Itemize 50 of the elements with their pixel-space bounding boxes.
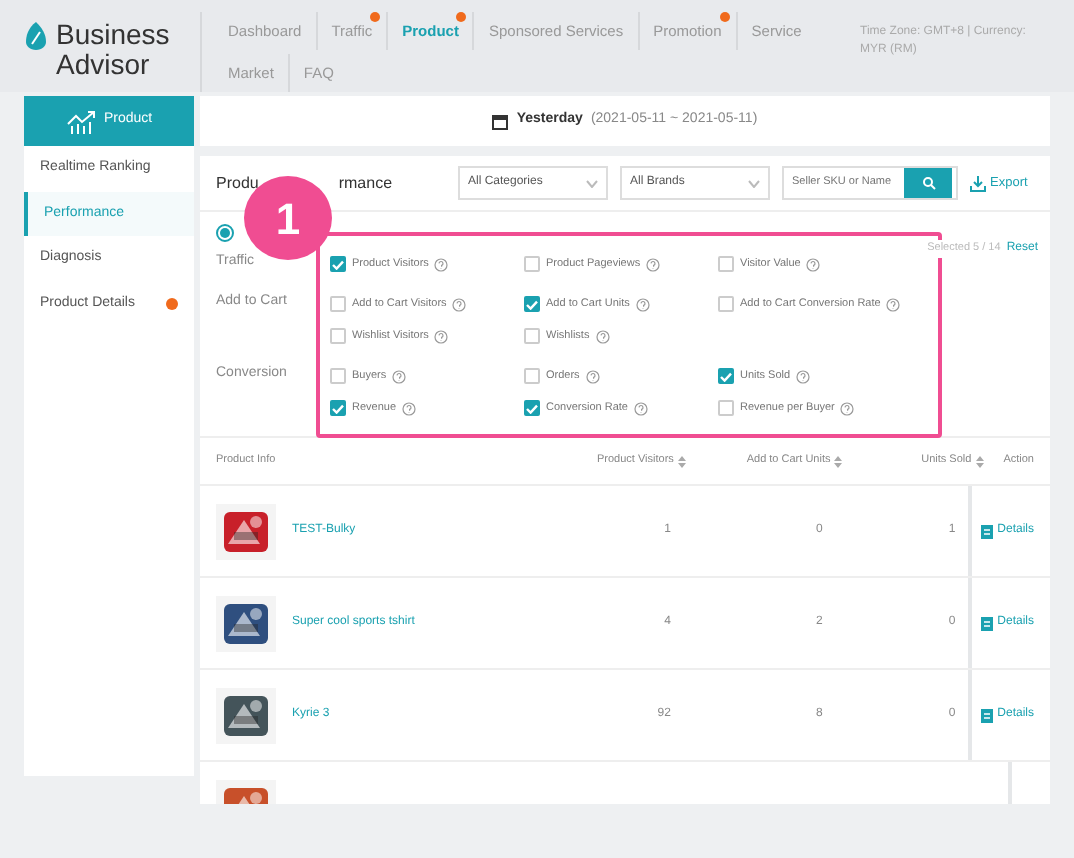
help-icon[interactable] [646, 257, 661, 271]
chevron-icon [748, 179, 760, 187]
notification-dot [166, 297, 178, 310]
checkbox[interactable] [718, 400, 734, 416]
checkbox[interactable] [330, 256, 346, 272]
search-icon [921, 176, 935, 190]
brand-name: Business [56, 20, 170, 50]
document-icon [979, 523, 994, 539]
help-icon[interactable] [402, 401, 417, 415]
checkbox[interactable] [330, 400, 346, 416]
checkbox[interactable] [330, 328, 346, 344]
chevron-icon [586, 179, 598, 187]
help-icon[interactable] [434, 329, 449, 343]
help-icon[interactable] [585, 369, 600, 383]
logo-icon [24, 20, 48, 52]
radio-button[interactable] [216, 223, 234, 241]
checkbox[interactable] [524, 256, 540, 272]
help-icon[interactable] [392, 369, 407, 383]
sort-icon[interactable] [677, 455, 686, 467]
help-icon[interactable] [452, 297, 467, 311]
section-title: Produ rmance [216, 173, 393, 191]
notification-dot [456, 12, 467, 22]
help-icon[interactable] [633, 401, 648, 415]
help-icon[interactable] [434, 257, 449, 271]
chart-icon [65, 109, 98, 133]
checkbox[interactable] [718, 296, 734, 312]
help-icon[interactable] [595, 329, 610, 343]
brand-name: Advisor [56, 49, 152, 79]
checkbox[interactable] [524, 328, 540, 344]
checkbox[interactable] [524, 296, 540, 312]
help-icon[interactable] [635, 297, 650, 311]
search-button[interactable] [904, 168, 952, 198]
checkbox[interactable] [330, 368, 346, 384]
sort-icon[interactable] [834, 455, 843, 467]
help-icon[interactable] [886, 297, 901, 311]
document-icon [979, 615, 994, 631]
checkbox[interactable] [718, 256, 734, 272]
notification-dot [719, 12, 730, 22]
sort-icon[interactable] [975, 455, 984, 467]
checkbox[interactable] [524, 400, 540, 416]
calendar-icon [492, 113, 509, 129]
help-icon[interactable] [840, 401, 855, 415]
help-icon[interactable] [796, 369, 811, 383]
checkbox[interactable] [330, 296, 346, 312]
help-icon[interactable] [806, 257, 821, 271]
notification-dot [370, 12, 381, 22]
checkbox[interactable] [524, 368, 540, 384]
download-icon [970, 175, 986, 191]
checkbox[interactable] [718, 368, 734, 384]
document-icon [979, 707, 994, 723]
